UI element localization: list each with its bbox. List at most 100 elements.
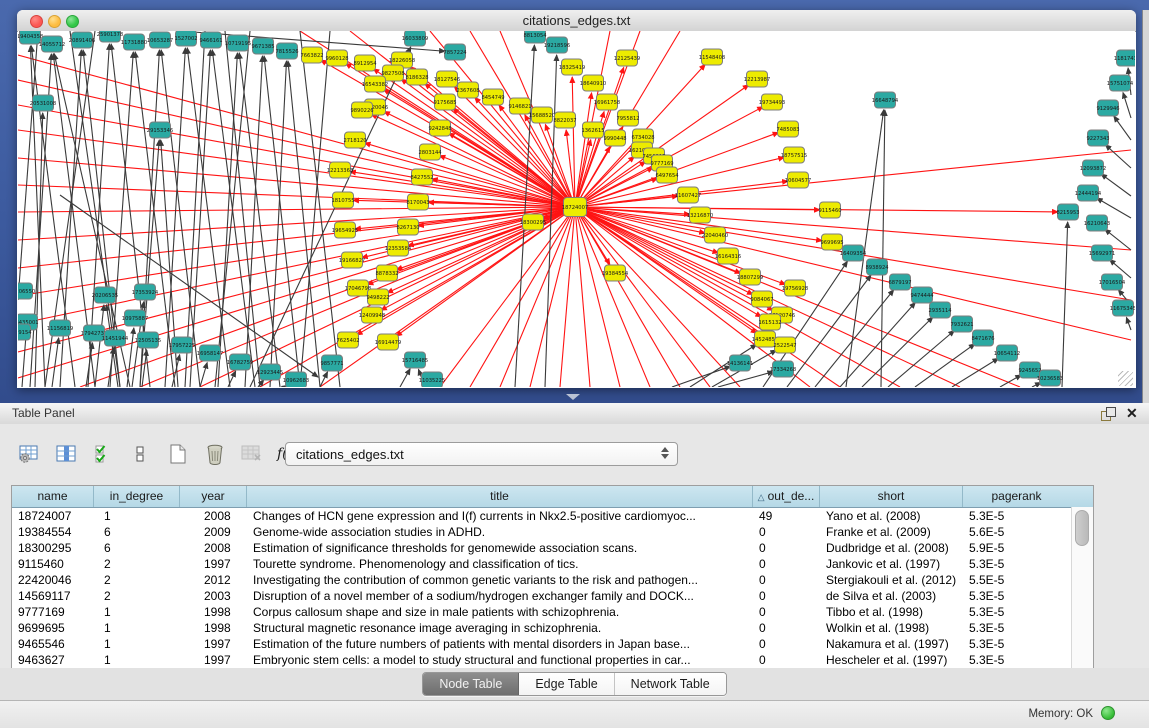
table-cell[interactable]: 0 [753,524,820,540]
table-cell[interactable]: 19384554 [12,524,94,540]
table-cell[interactable]: 5.6E-5 [963,524,1070,540]
table-cell[interactable]: 2009 [180,524,247,540]
table-cell[interactable]: Yano et al. (2008) [820,508,963,524]
table-cell[interactable]: Wolkin et al. (1998) [820,620,963,636]
table-cell[interactable]: 18724007 [12,508,94,524]
table-row[interactable]: 969969511998Structural magnetic resonanc… [12,620,1093,636]
table-cell[interactable]: 5.3E-5 [963,508,1070,524]
column-header-pagerank[interactable]: pagerank [963,486,1070,507]
new-table-icon[interactable] [166,442,190,466]
table-cell[interactable]: 18300295 [12,540,94,556]
rows-icon[interactable] [129,442,153,466]
table-cell[interactable]: 1 [94,604,180,620]
table-cell[interactable]: 2 [94,588,180,604]
table-cell[interactable]: de Silva et al. (2003) [820,588,963,604]
column-header-name[interactable]: name [12,486,94,507]
table-cell[interactable]: 1998 [180,604,247,620]
table-row[interactable]: 1456911722003Disruption of a novel membe… [12,588,1093,604]
table-cell[interactable]: Changes of HCN gene expression and I(f) … [247,508,753,524]
table-row[interactable]: 946554611997Estimation of the future num… [12,636,1093,652]
column-header-short[interactable]: short [820,486,963,507]
table-cell[interactable]: Jankovic et al. (1997) [820,556,963,572]
table-cell[interactable]: 1 [94,636,180,652]
table-cell[interactable]: 5.3E-5 [963,636,1070,652]
vertical-scrollbar[interactable] [1071,507,1093,669]
table-cell[interactable]: 5.3E-5 [963,588,1070,604]
float-panel-icon[interactable] [1101,407,1114,420]
table-cell[interactable]: 5.3E-5 [963,604,1070,620]
table-cell[interactable]: 6 [94,540,180,556]
table-cell[interactable]: 0 [753,604,820,620]
table-cell[interactable]: 1 [94,508,180,524]
table-cell[interactable]: 5.9E-5 [963,540,1070,556]
table-cell[interactable]: 9465546 [12,636,94,652]
tab-node-table[interactable]: Node Table [423,673,519,695]
table-cell[interactable]: 0 [753,556,820,572]
table-cell[interactable]: 9699695 [12,620,94,636]
tab-network-table[interactable]: Network Table [615,673,726,695]
table-cell[interactable]: 5.3E-5 [963,652,1070,668]
table-cell[interactable]: 2003 [180,588,247,604]
table-cell[interactable]: 2 [94,572,180,588]
table-cell[interactable]: Dudbridge et al. (2008) [820,540,963,556]
table-cell[interactable]: 1998 [180,620,247,636]
table-row[interactable]: 1872400712008Changes of HCN gene express… [12,508,1093,524]
table-row[interactable]: 2242004622012Investigating the contribut… [12,572,1093,588]
table-cell[interactable]: Corpus callosum shape and size in male p… [247,604,753,620]
checklist-icon[interactable] [92,442,116,466]
table-cell[interactable]: 1997 [180,652,247,668]
table-row[interactable]: 911546021997Tourette syndrome. Phenomeno… [12,556,1093,572]
table-cell[interactable]: 0 [753,572,820,588]
table-cell[interactable]: 0 [753,540,820,556]
table-settings-icon[interactable] [18,442,42,466]
table-row[interactable]: 1938455462009Genome-wide association stu… [12,524,1093,540]
column-header-out_de[interactable]: △out_de... [753,486,820,507]
close-panel-icon[interactable]: ✕ [1126,405,1138,422]
table-cell[interactable]: 9463627 [12,652,94,668]
table-cell[interactable]: Franke et al. (2009) [820,524,963,540]
table-cell[interactable]: 1997 [180,636,247,652]
table-cell[interactable]: Stergiakouli et al. (2012) [820,572,963,588]
table-cell[interactable]: Tourette syndrome. Phenomenology and cla… [247,556,753,572]
table-cell[interactable]: 22420046 [12,572,94,588]
scrollbar-thumb[interactable] [1075,510,1089,546]
table-cell[interactable]: Genome-wide association studies in ADHD. [247,524,753,540]
table-cell[interactable]: 0 [753,652,820,668]
table-cell[interactable]: Nakamura et al. (1997) [820,636,963,652]
table-cell[interactable]: 0 [753,620,820,636]
table-cell[interactable]: 1 [94,652,180,668]
table-cell[interactable]: Disruption of a novel member of a sodium… [247,588,753,604]
column-header-in_degree[interactable]: in_degree [94,486,180,507]
delete-trash-icon[interactable] [203,442,227,466]
table-row[interactable]: 946362711997Embryonic stem cells: a mode… [12,652,1093,668]
table-row[interactable]: 1830029562008Estimation of significance … [12,540,1093,556]
tab-edge-table[interactable]: Edge Table [519,673,614,695]
table-cell[interactable]: Tibbo et al. (1998) [820,604,963,620]
table-cell[interactable]: 2008 [180,540,247,556]
table-cell[interactable]: 1997 [180,556,247,572]
network-graph-canvas[interactable]: 1872400719404358140557122089140625901378… [18,31,1135,387]
table-cell[interactable]: 2012 [180,572,247,588]
table-cell[interactable]: Hescheler et al. (1997) [820,652,963,668]
network-file-dropdown[interactable]: citations_edges.txt [285,442,678,466]
table-cell[interactable]: 2 [94,556,180,572]
table-cell[interactable]: 14569117 [12,588,94,604]
table-cell[interactable]: 0 [753,636,820,652]
table-cell[interactable]: Estimation of the future numbers of pati… [247,636,753,652]
table-cell[interactable]: 5.3E-5 [963,556,1070,572]
table-cell[interactable]: Estimation of significance thresholds fo… [247,540,753,556]
table-cell[interactable]: 9115460 [12,556,94,572]
table-cell[interactable]: 5.3E-5 [963,620,1070,636]
table-cell[interactable]: Structural magnetic resonance image aver… [247,620,753,636]
window-titlebar[interactable]: citations_edges.txt [17,10,1136,32]
table-cell[interactable]: 0 [753,588,820,604]
table-cell[interactable]: Embryonic stem cells: a model to study s… [247,652,753,668]
table-cell[interactable]: 6 [94,524,180,540]
column-header-title[interactable]: title [247,486,753,507]
table-cell[interactable]: 1 [94,620,180,636]
table-cell[interactable]: 49 [753,508,820,524]
table-cell[interactable]: 5.5E-5 [963,572,1070,588]
table-row[interactable]: 977716911998Corpus callosum shape and si… [12,604,1093,620]
table-cell[interactable]: 2008 [180,508,247,524]
split-divider-grip[interactable] [566,394,580,400]
